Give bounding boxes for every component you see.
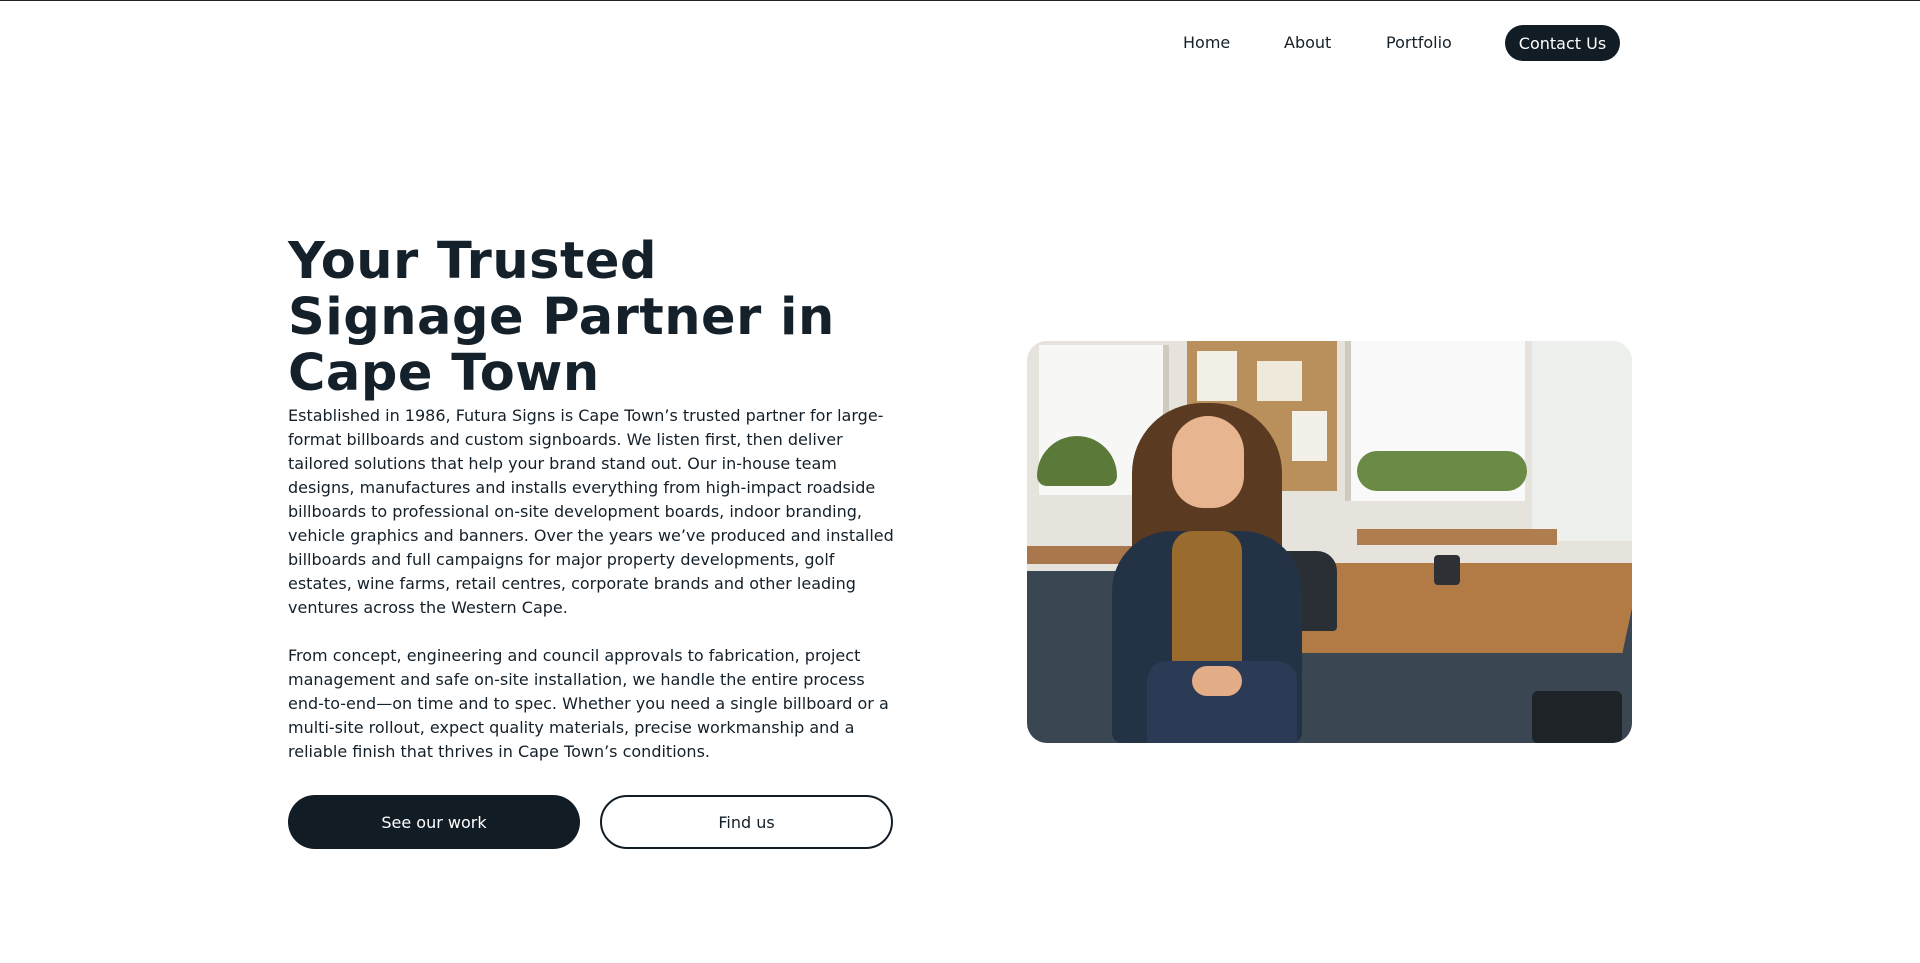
main-nav: Home About Portfolio Contact Us [0, 25, 1920, 61]
find-us-button[interactable]: Find us [600, 795, 893, 849]
hero-title: Your Trusted Signage Partner in Cape Tow… [288, 232, 835, 403]
hero-paragraph-1: Established in 1986, Futura Signs is Cap… [288, 406, 894, 617]
contact-us-button[interactable]: Contact Us [1505, 25, 1620, 61]
nav-link-portfolio[interactable]: Portfolio [1386, 33, 1452, 52]
hero-photo [1027, 341, 1632, 743]
hero-paragraph-2: From concept, engineering and council ap… [288, 646, 889, 761]
hero-body: Established in 1986, Futura Signs is Cap… [288, 404, 903, 788]
nav-link-home[interactable]: Home [1183, 33, 1230, 52]
top-border [0, 0, 1920, 1]
nav-link-about[interactable]: About [1284, 33, 1331, 52]
see-our-work-button[interactable]: See our work [288, 795, 580, 849]
